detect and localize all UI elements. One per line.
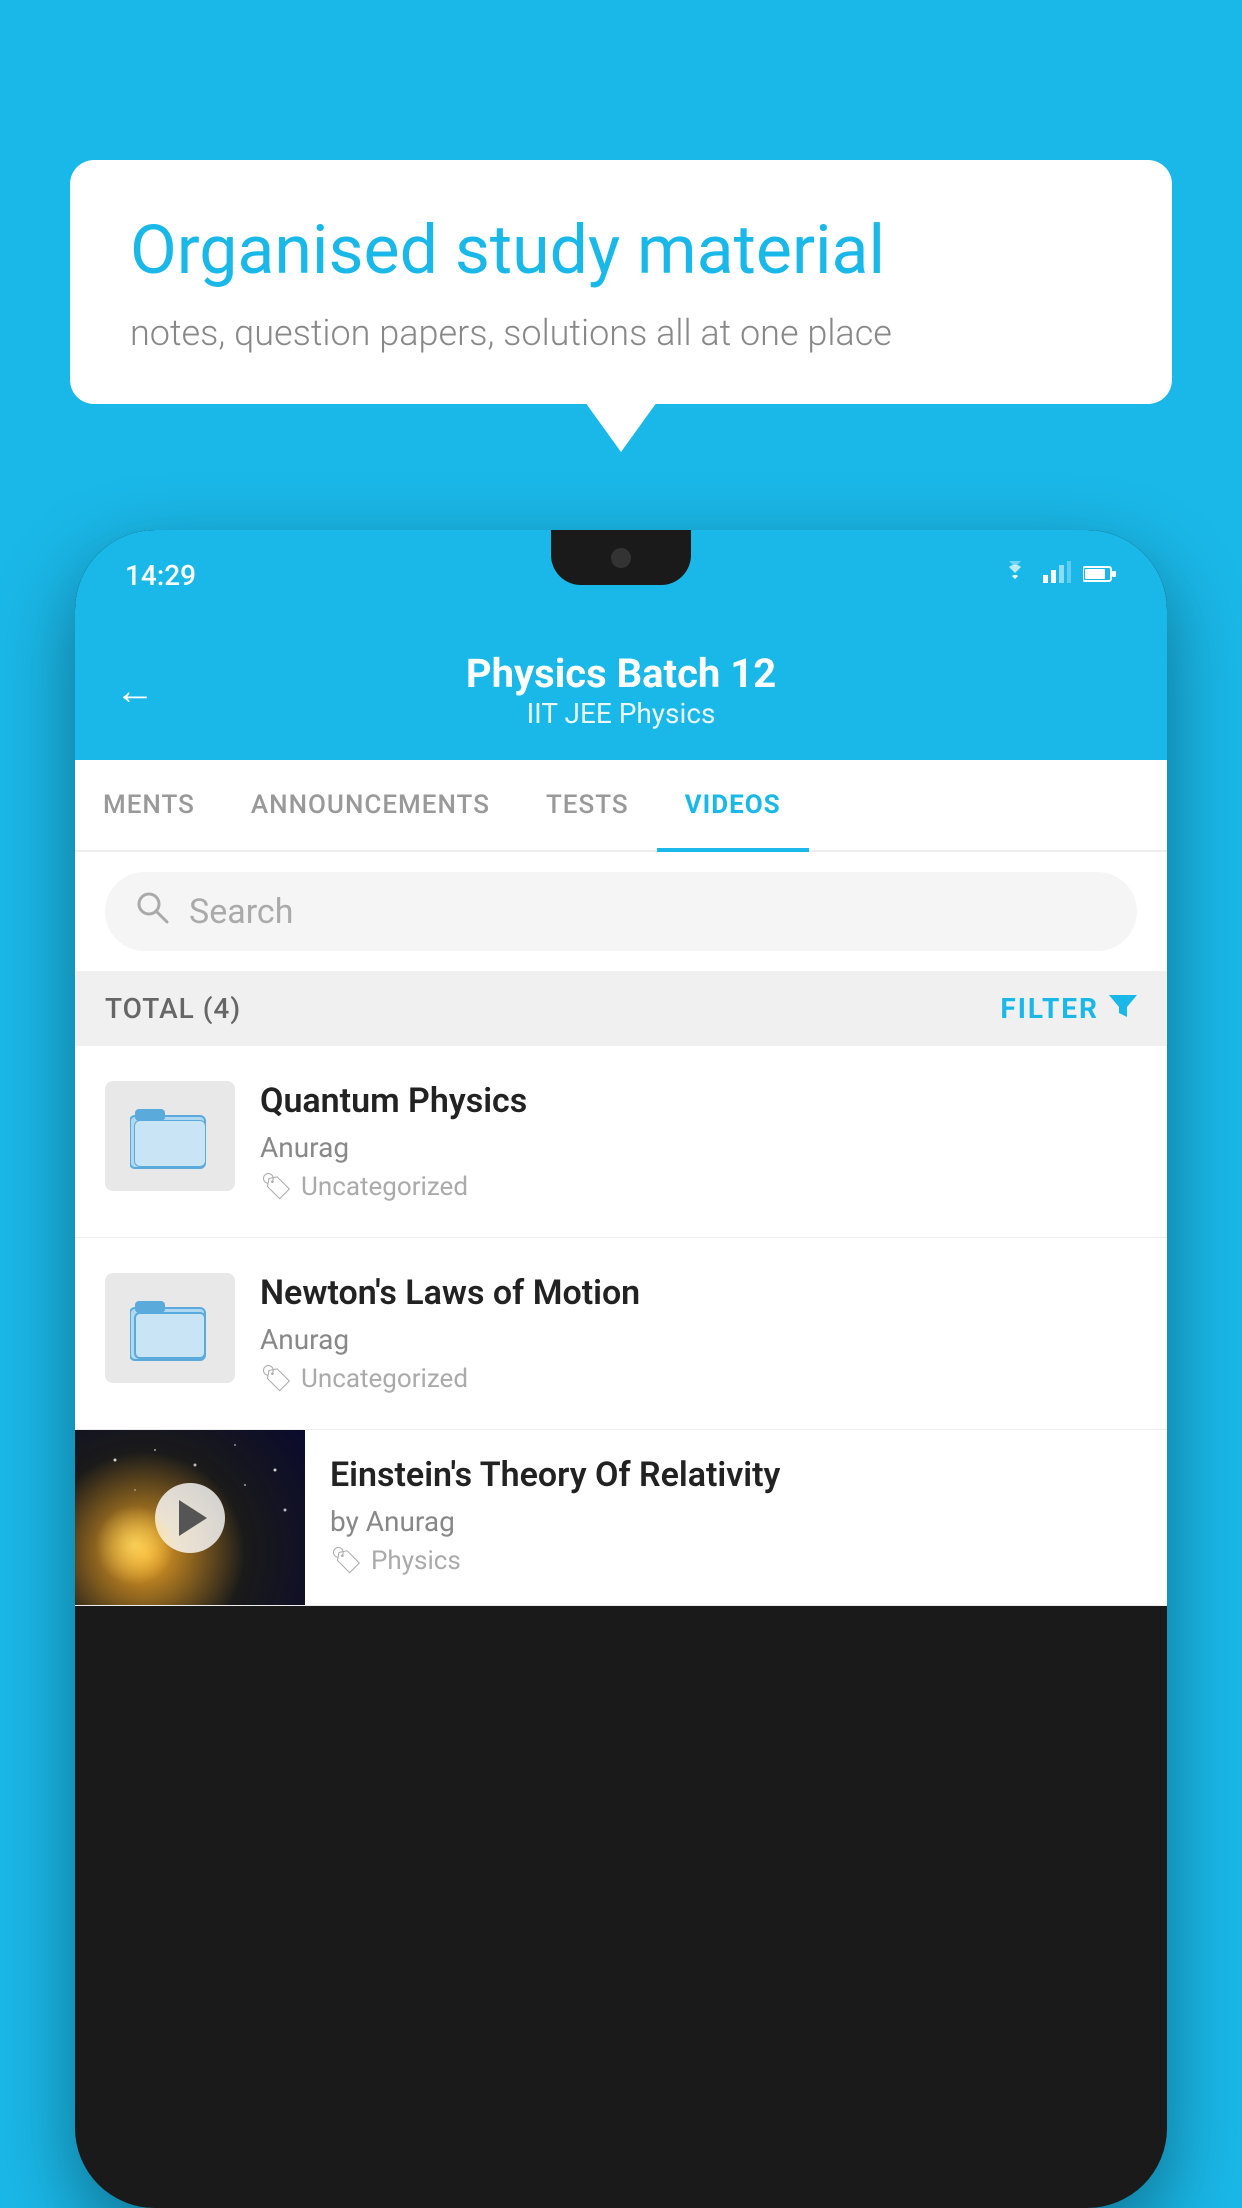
video-info-3: Einstein's Theory Of Relativity by Anura… [330,1430,1137,1601]
status-bar: 14:29 [75,530,1167,620]
list-item[interactable]: Newton's Laws of Motion Anurag 🏷 Uncateg… [75,1238,1167,1430]
battery-icon [1083,560,1117,590]
batch-subtitle: IIT JEE Physics [185,697,1057,730]
wifi-icon [999,560,1031,590]
video-info-2: Newton's Laws of Motion Anurag 🏷 Uncateg… [260,1273,1137,1394]
video-title-3: Einstein's Theory Of Relativity [330,1455,1137,1495]
tabs-bar: MENTS ANNOUNCEMENTS TESTS VIDEOS [75,760,1167,852]
tag-icon-3: 🏷 [330,1546,363,1576]
search-input-wrapper[interactable]: Search [105,872,1137,951]
video-author-2: Anurag [260,1323,1137,1356]
filter-button[interactable]: FILTER [1000,991,1137,1026]
tag-icon-1: 🏷 [260,1172,293,1202]
total-count: TOTAL (4) [105,992,241,1025]
search-placeholder[interactable]: Search [189,892,293,932]
speech-bubble-subtext: notes, question papers, solutions all at… [130,312,1112,354]
content-area: Quantum Physics Anurag 🏷 Uncategorized [75,1046,1167,1606]
video-title-2: Newton's Laws of Motion [260,1273,1137,1313]
status-icons [999,560,1117,590]
video-info-1: Quantum Physics Anurag 🏷 Uncategorized [260,1081,1137,1202]
batch-title: Physics Batch 12 [185,650,1057,697]
speech-bubble: Organised study material notes, question… [70,160,1172,404]
tab-announcements[interactable]: ANNOUNCEMENTS [223,760,518,850]
tag-icon-2: 🏷 [260,1364,293,1394]
camera [611,548,631,568]
list-item[interactable]: Einstein's Theory Of Relativity by Anura… [75,1430,1167,1606]
tab-tests[interactable]: TESTS [518,760,657,850]
list-item[interactable]: Quantum Physics Anurag 🏷 Uncategorized [75,1046,1167,1238]
search-container: Search [75,852,1167,971]
video-thumbnail-3 [75,1430,305,1605]
phone-notch [551,530,691,585]
search-icon [135,890,169,933]
phone-frame: 14:29 [75,530,1167,2208]
header-title-block: Physics Batch 12 IIT JEE Physics [185,650,1057,730]
speech-bubble-heading: Organised study material [130,210,1112,292]
video-tag-2: 🏷 Uncategorized [260,1364,1137,1394]
video-tag-3: 🏷 Physics [330,1546,1137,1576]
back-button[interactable]: ← [115,667,155,714]
folder-icon [130,1288,210,1368]
filter-label: FILTER [1000,992,1099,1025]
status-time: 14:29 [125,559,196,592]
video-tag-1: 🏷 Uncategorized [260,1172,1137,1202]
tab-videos[interactable]: VIDEOS [657,760,809,850]
folder-thumbnail-2 [105,1273,235,1383]
filter-bar: TOTAL (4) FILTER [75,971,1167,1046]
app-header: ← Physics Batch 12 IIT JEE Physics [75,620,1167,760]
video-author-3: by Anurag [330,1505,1137,1538]
filter-icon [1109,991,1137,1026]
video-author-1: Anurag [260,1131,1137,1164]
video-title-1: Quantum Physics [260,1081,1137,1121]
folder-icon [130,1096,210,1176]
folder-thumbnail-1 [105,1081,235,1191]
signal-icon [1043,560,1071,590]
tab-ments[interactable]: MENTS [75,760,223,850]
